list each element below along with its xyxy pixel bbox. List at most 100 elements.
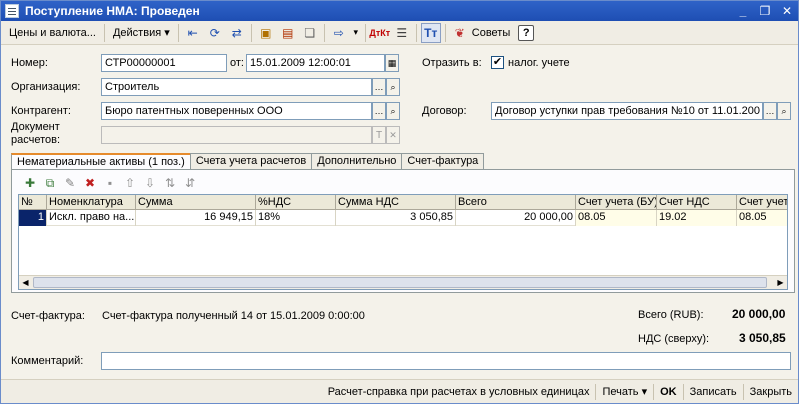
sort-descending-icon[interactable]: ⇵ bbox=[180, 174, 200, 192]
tax-accounting-label: налог. учете bbox=[508, 57, 570, 69]
number-label: Номер: bbox=[11, 57, 48, 69]
calendar-icon[interactable]: ▦ bbox=[385, 54, 399, 72]
column-header[interactable]: Счет учета (БУ) bbox=[576, 195, 657, 210]
invoice-link[interactable]: Счет-фактура полученный 14 от 15.01.2009… bbox=[102, 310, 365, 322]
close-button[interactable]: Закрыть bbox=[744, 382, 798, 402]
contract-field[interactable]: Договор уступки прав требования №10 от 1… bbox=[491, 102, 763, 120]
toolbar-separator bbox=[364, 23, 366, 42]
refresh-icon[interactable]: ⟳ bbox=[205, 23, 225, 43]
print-menu-button[interactable]: Печать ▾ bbox=[596, 382, 653, 402]
column-header[interactable]: Счет учет bbox=[737, 195, 787, 210]
horizontal-scrollbar[interactable]: ◀ ▶ bbox=[19, 275, 787, 289]
tax-accounting-checkbox[interactable]: ✔ bbox=[491, 56, 504, 69]
swap-arrows-icon[interactable]: ⇄ bbox=[227, 23, 247, 43]
contractor-label: Контрагент: bbox=[11, 105, 71, 117]
table-cell[interactable]: 08.05 bbox=[576, 210, 657, 226]
tab-additional[interactable]: Дополнительно bbox=[311, 153, 403, 170]
tab-settlement-accounts[interactable]: Счета учета расчетов bbox=[189, 153, 313, 170]
toolbar-separator bbox=[177, 23, 179, 42]
contractor-field[interactable]: Бюро патентных поверенных ООО bbox=[101, 102, 372, 120]
table-cell[interactable]: Искл. право на... bbox=[47, 210, 136, 226]
debit-credit-icon[interactable]: ДтКт bbox=[369, 23, 390, 43]
structure-icon[interactable]: ☰ bbox=[392, 23, 412, 43]
number-field[interactable]: СТР00000001 bbox=[101, 54, 227, 72]
organization-field[interactable]: Строитель bbox=[101, 78, 372, 96]
end-edit-icon[interactable]: ▪ bbox=[100, 174, 120, 192]
minimize-icon[interactable]: _ bbox=[732, 3, 754, 19]
advice-icon[interactable]: ❦ bbox=[450, 23, 470, 43]
column-header[interactable]: Номенклатура bbox=[47, 195, 136, 210]
table-cell[interactable]: 3 050,85 bbox=[336, 210, 456, 226]
text-format-icon[interactable]: Tт bbox=[420, 22, 441, 43]
table-cell[interactable]: 08.05 bbox=[737, 210, 787, 226]
sort-ascending-icon[interactable]: ⇅ bbox=[160, 174, 180, 192]
vat-label: НДС (сверху): bbox=[638, 333, 710, 345]
settlement-doc-field[interactable] bbox=[101, 126, 372, 144]
scroll-left-icon[interactable]: ◀ bbox=[19, 277, 32, 288]
comment-field[interactable] bbox=[101, 352, 791, 370]
select-ellipsis-icon[interactable]: … bbox=[372, 78, 386, 96]
advice-button[interactable]: Советы bbox=[471, 23, 515, 43]
command-bar: Расчет-справка при расчетах в условных е… bbox=[1, 379, 798, 403]
table-toolbar: ✚ ⧉ ✎ ✖ ▪ ⇧ ⇩ ⇅ ⇵ bbox=[20, 174, 200, 192]
document-icon bbox=[5, 4, 19, 18]
select-ellipsis-icon[interactable]: … bbox=[372, 102, 386, 120]
assets-table: № Номенклатура Сумма %НДС Сумма НДС Всег… bbox=[18, 194, 788, 290]
scroll-right-icon[interactable]: ▶ bbox=[774, 277, 787, 288]
save-button[interactable]: Записать bbox=[684, 382, 743, 402]
total-value: 20 000,00 bbox=[732, 307, 786, 321]
move-down-icon[interactable]: ⇩ bbox=[140, 174, 160, 192]
delete-row-icon[interactable]: ✖ bbox=[80, 174, 100, 192]
unpost-document-icon[interactable]: ▤ bbox=[278, 23, 298, 43]
title-bar: Поступление НМА: Проведен _ ❐ ✕ bbox=[1, 1, 798, 21]
post-document-icon[interactable]: ▣ bbox=[256, 23, 276, 43]
column-header[interactable]: %НДС bbox=[256, 195, 336, 210]
table-cell[interactable]: 1 bbox=[19, 210, 47, 226]
date-field[interactable]: 15.01.2009 12:00:01 bbox=[246, 54, 385, 72]
clear-icon[interactable]: ✕ bbox=[386, 126, 400, 144]
move-back-icon[interactable]: ⇤ bbox=[183, 23, 203, 43]
table-cell[interactable]: 18% bbox=[256, 210, 336, 226]
contract-label: Договор: bbox=[422, 105, 467, 117]
toolbar-separator bbox=[444, 23, 446, 42]
copy-row-icon[interactable]: ⧉ bbox=[40, 174, 60, 192]
column-header[interactable]: Счет НДС bbox=[657, 195, 737, 210]
text-type-icon[interactable]: T bbox=[372, 126, 386, 144]
actions-menu-button[interactable]: Действия ▾ bbox=[108, 23, 175, 43]
open-magnifier-icon[interactable]: ⌕ bbox=[386, 102, 400, 120]
vat-value: 3 050,85 bbox=[739, 331, 786, 345]
tab-panel: ✚ ⧉ ✎ ✖ ▪ ⇧ ⇩ ⇅ ⇵ № Номенклатура Сумма %… bbox=[11, 169, 795, 293]
column-header[interactable]: Всего bbox=[456, 195, 576, 210]
open-magnifier-icon[interactable]: ⌕ bbox=[386, 78, 400, 96]
copy-document-icon[interactable]: ❏ bbox=[300, 23, 320, 43]
select-ellipsis-icon[interactable]: … bbox=[763, 102, 777, 120]
table-cell[interactable]: 20 000,00 bbox=[456, 210, 576, 226]
tab-invoice[interactable]: Счет-фактура bbox=[401, 153, 485, 170]
document-window: Поступление НМА: Проведен _ ❐ ✕ Цены и в… bbox=[0, 0, 799, 404]
toolbar-separator bbox=[323, 23, 325, 42]
settlement-doc-label-2: расчетов: bbox=[11, 134, 61, 146]
column-header[interactable]: Сумма НДС bbox=[336, 195, 456, 210]
maximize-icon[interactable]: ❐ bbox=[754, 3, 776, 19]
reflect-label: Отразить в: bbox=[422, 57, 482, 69]
add-row-icon[interactable]: ✚ bbox=[20, 174, 40, 192]
date-label: от: bbox=[230, 57, 244, 69]
table-row[interactable]: 1 Искл. право на... 16 949,15 18% 3 050,… bbox=[19, 210, 787, 226]
prices-currency-button[interactable]: Цены и валюта... bbox=[4, 23, 101, 43]
settlement-doc-label: Документ bbox=[11, 121, 60, 133]
close-icon[interactable]: ✕ bbox=[776, 3, 798, 19]
toolbar-separator bbox=[103, 23, 105, 42]
ok-button[interactable]: OK bbox=[654, 382, 683, 402]
open-magnifier-icon[interactable]: ⌕ bbox=[777, 102, 791, 120]
column-header[interactable]: Сумма bbox=[136, 195, 256, 210]
scrollbar-thumb[interactable] bbox=[33, 277, 767, 288]
help-icon[interactable]: ? bbox=[518, 24, 535, 41]
column-header[interactable]: № bbox=[19, 195, 47, 210]
dropdown-arrow-icon[interactable]: ▾ bbox=[351, 23, 361, 43]
calc-certificate-button[interactable]: Расчет-справка при расчетах в условных е… bbox=[322, 382, 596, 402]
move-up-icon[interactable]: ⇧ bbox=[120, 174, 140, 192]
based-on-icon[interactable]: ⇨ bbox=[329, 23, 349, 43]
table-cell[interactable]: 19.02 bbox=[657, 210, 737, 226]
table-cell[interactable]: 16 949,15 bbox=[136, 210, 256, 226]
edit-row-icon[interactable]: ✎ bbox=[60, 174, 80, 192]
